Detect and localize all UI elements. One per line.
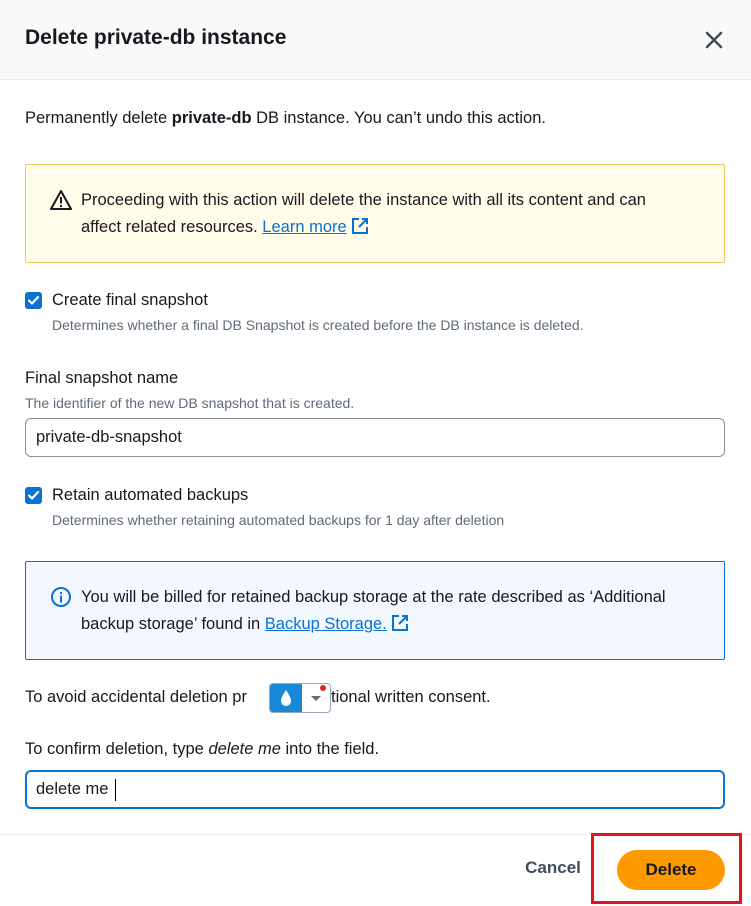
modal-title: Delete private-db instance: [25, 26, 287, 49]
retain-backups-label[interactable]: Retain automated backups: [52, 486, 248, 505]
instance-name: private-db: [171, 109, 252, 127]
warning-alert: Proceeding with this action will delete …: [25, 164, 725, 263]
text-cursor: [115, 779, 116, 801]
notification-dot: [320, 685, 326, 691]
info-text: You will be billed for retained backup s…: [81, 588, 666, 633]
create-final-snapshot-description: Determines whether a final DB Snapshot i…: [52, 317, 584, 333]
delete-button[interactable]: Delete: [617, 850, 725, 890]
backup-storage-link[interactable]: Backup Storage.: [265, 615, 387, 633]
confirm-delete-input[interactable]: [25, 770, 725, 809]
snapshot-name-input[interactable]: [25, 418, 725, 457]
retain-backups-checkbox[interactable]: [25, 487, 42, 504]
extension-widget[interactable]: [269, 683, 331, 713]
warning-icon: [50, 189, 72, 211]
info-alert: You will be billed for retained backup s…: [25, 561, 725, 660]
snapshot-name-description: The identifier of the new DB snapshot th…: [25, 395, 355, 411]
external-link-icon: [391, 614, 409, 632]
chevron-down-icon[interactable]: [310, 695, 322, 703]
warning-text: Proceeding with this action will delete …: [81, 191, 646, 236]
close-icon[interactable]: [700, 26, 728, 54]
modal-header: Delete private-db instance: [0, 0, 751, 80]
intro-text: Permanently delete private-db DB instanc…: [25, 109, 546, 127]
external-link-icon: [351, 217, 369, 235]
create-final-snapshot-checkbox[interactable]: [25, 292, 42, 309]
retain-backups-description: Determines whether retaining automated b…: [52, 512, 505, 528]
info-icon: [50, 586, 72, 608]
droplet-icon[interactable]: [270, 684, 302, 712]
create-final-snapshot-label[interactable]: Create final snapshot: [52, 291, 208, 310]
cancel-button[interactable]: Cancel: [518, 858, 588, 882]
learn-more-link[interactable]: Learn more: [262, 218, 346, 236]
consent-text: To avoid accidental deletion pr dditional…: [25, 688, 491, 706]
confirm-label: To confirm deletion, type delete me into…: [25, 740, 380, 758]
snapshot-name-label: Final snapshot name: [25, 369, 179, 387]
